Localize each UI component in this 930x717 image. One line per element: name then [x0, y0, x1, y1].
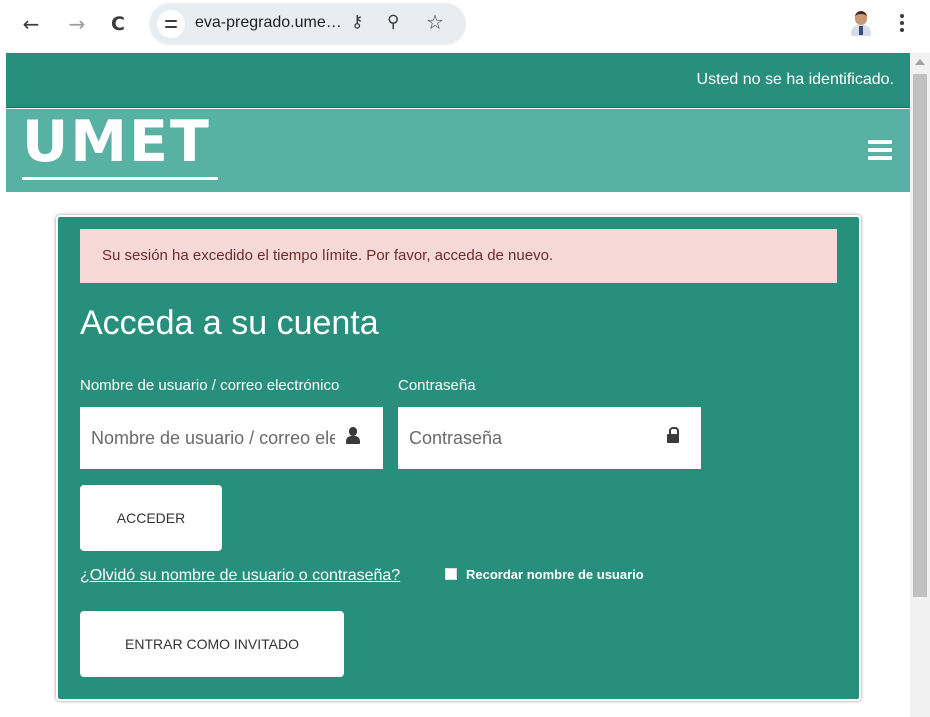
page-scrollbar[interactable] — [910, 53, 930, 717]
address-url[interactable]: eva-pregrado.ume… — [195, 14, 342, 32]
username-input[interactable] — [80, 407, 335, 469]
password-label: Contraseña — [398, 377, 476, 394]
remember-username-label[interactable]: Recordar nombre de usuario — [466, 567, 644, 582]
remember-username-checkbox[interactable] — [445, 568, 457, 580]
address-bar[interactable]: eva-pregrado.ume… ⚷ ⚲ ☆ — [149, 3, 466, 45]
login-heading: Acceda a su cuenta — [80, 304, 379, 342]
hamburger-menu-icon[interactable] — [868, 140, 892, 160]
login-button[interactable]: ACCEDER — [80, 485, 222, 551]
zoom-icon[interactable]: ⚲ — [387, 12, 399, 32]
profile-avatar[interactable] — [850, 11, 872, 37]
reload-icon[interactable]: C — [106, 12, 130, 36]
password-field-box — [398, 407, 701, 469]
scroll-thumb[interactable] — [913, 74, 927, 597]
brand-bar: UMET — [6, 109, 910, 192]
username-label: Nombre de usuario / correo electrónico — [80, 377, 340, 394]
guest-login-button[interactable]: ENTRAR COMO INVITADO — [80, 611, 344, 677]
scroll-up-arrow-icon[interactable] — [915, 59, 925, 65]
user-icon — [345, 427, 361, 445]
site-info-icon[interactable] — [157, 10, 185, 38]
username-field-box — [80, 407, 383, 469]
logo-underline — [22, 177, 218, 180]
forgot-credentials-link[interactable]: ¿Olvidó su nombre de usuario o contraseñ… — [80, 567, 400, 585]
bookmark-star-icon[interactable]: ☆ — [426, 10, 444, 34]
umet-logo[interactable]: UMET — [22, 112, 211, 172]
browser-toolbar: ← → C eva-pregrado.ume… ⚷ ⚲ ☆ — [0, 0, 930, 53]
page-top-bar: Usted no se ha identificado. — [6, 53, 910, 108]
session-timeout-alert: Su sesión ha excedido el tiempo límite. … — [80, 229, 837, 283]
password-input[interactable] — [398, 407, 653, 469]
forward-arrow-icon[interactable]: → — [65, 12, 89, 36]
browser-menu-icon[interactable] — [900, 12, 906, 36]
back-arrow-icon[interactable]: ← — [19, 12, 43, 36]
login-status-text: Usted no se ha identificado. — [696, 71, 894, 88]
lock-icon — [667, 427, 679, 443]
login-card: Su sesión ha excedido el tiempo límite. … — [56, 215, 861, 701]
password-key-icon[interactable]: ⚷ — [351, 12, 363, 32]
